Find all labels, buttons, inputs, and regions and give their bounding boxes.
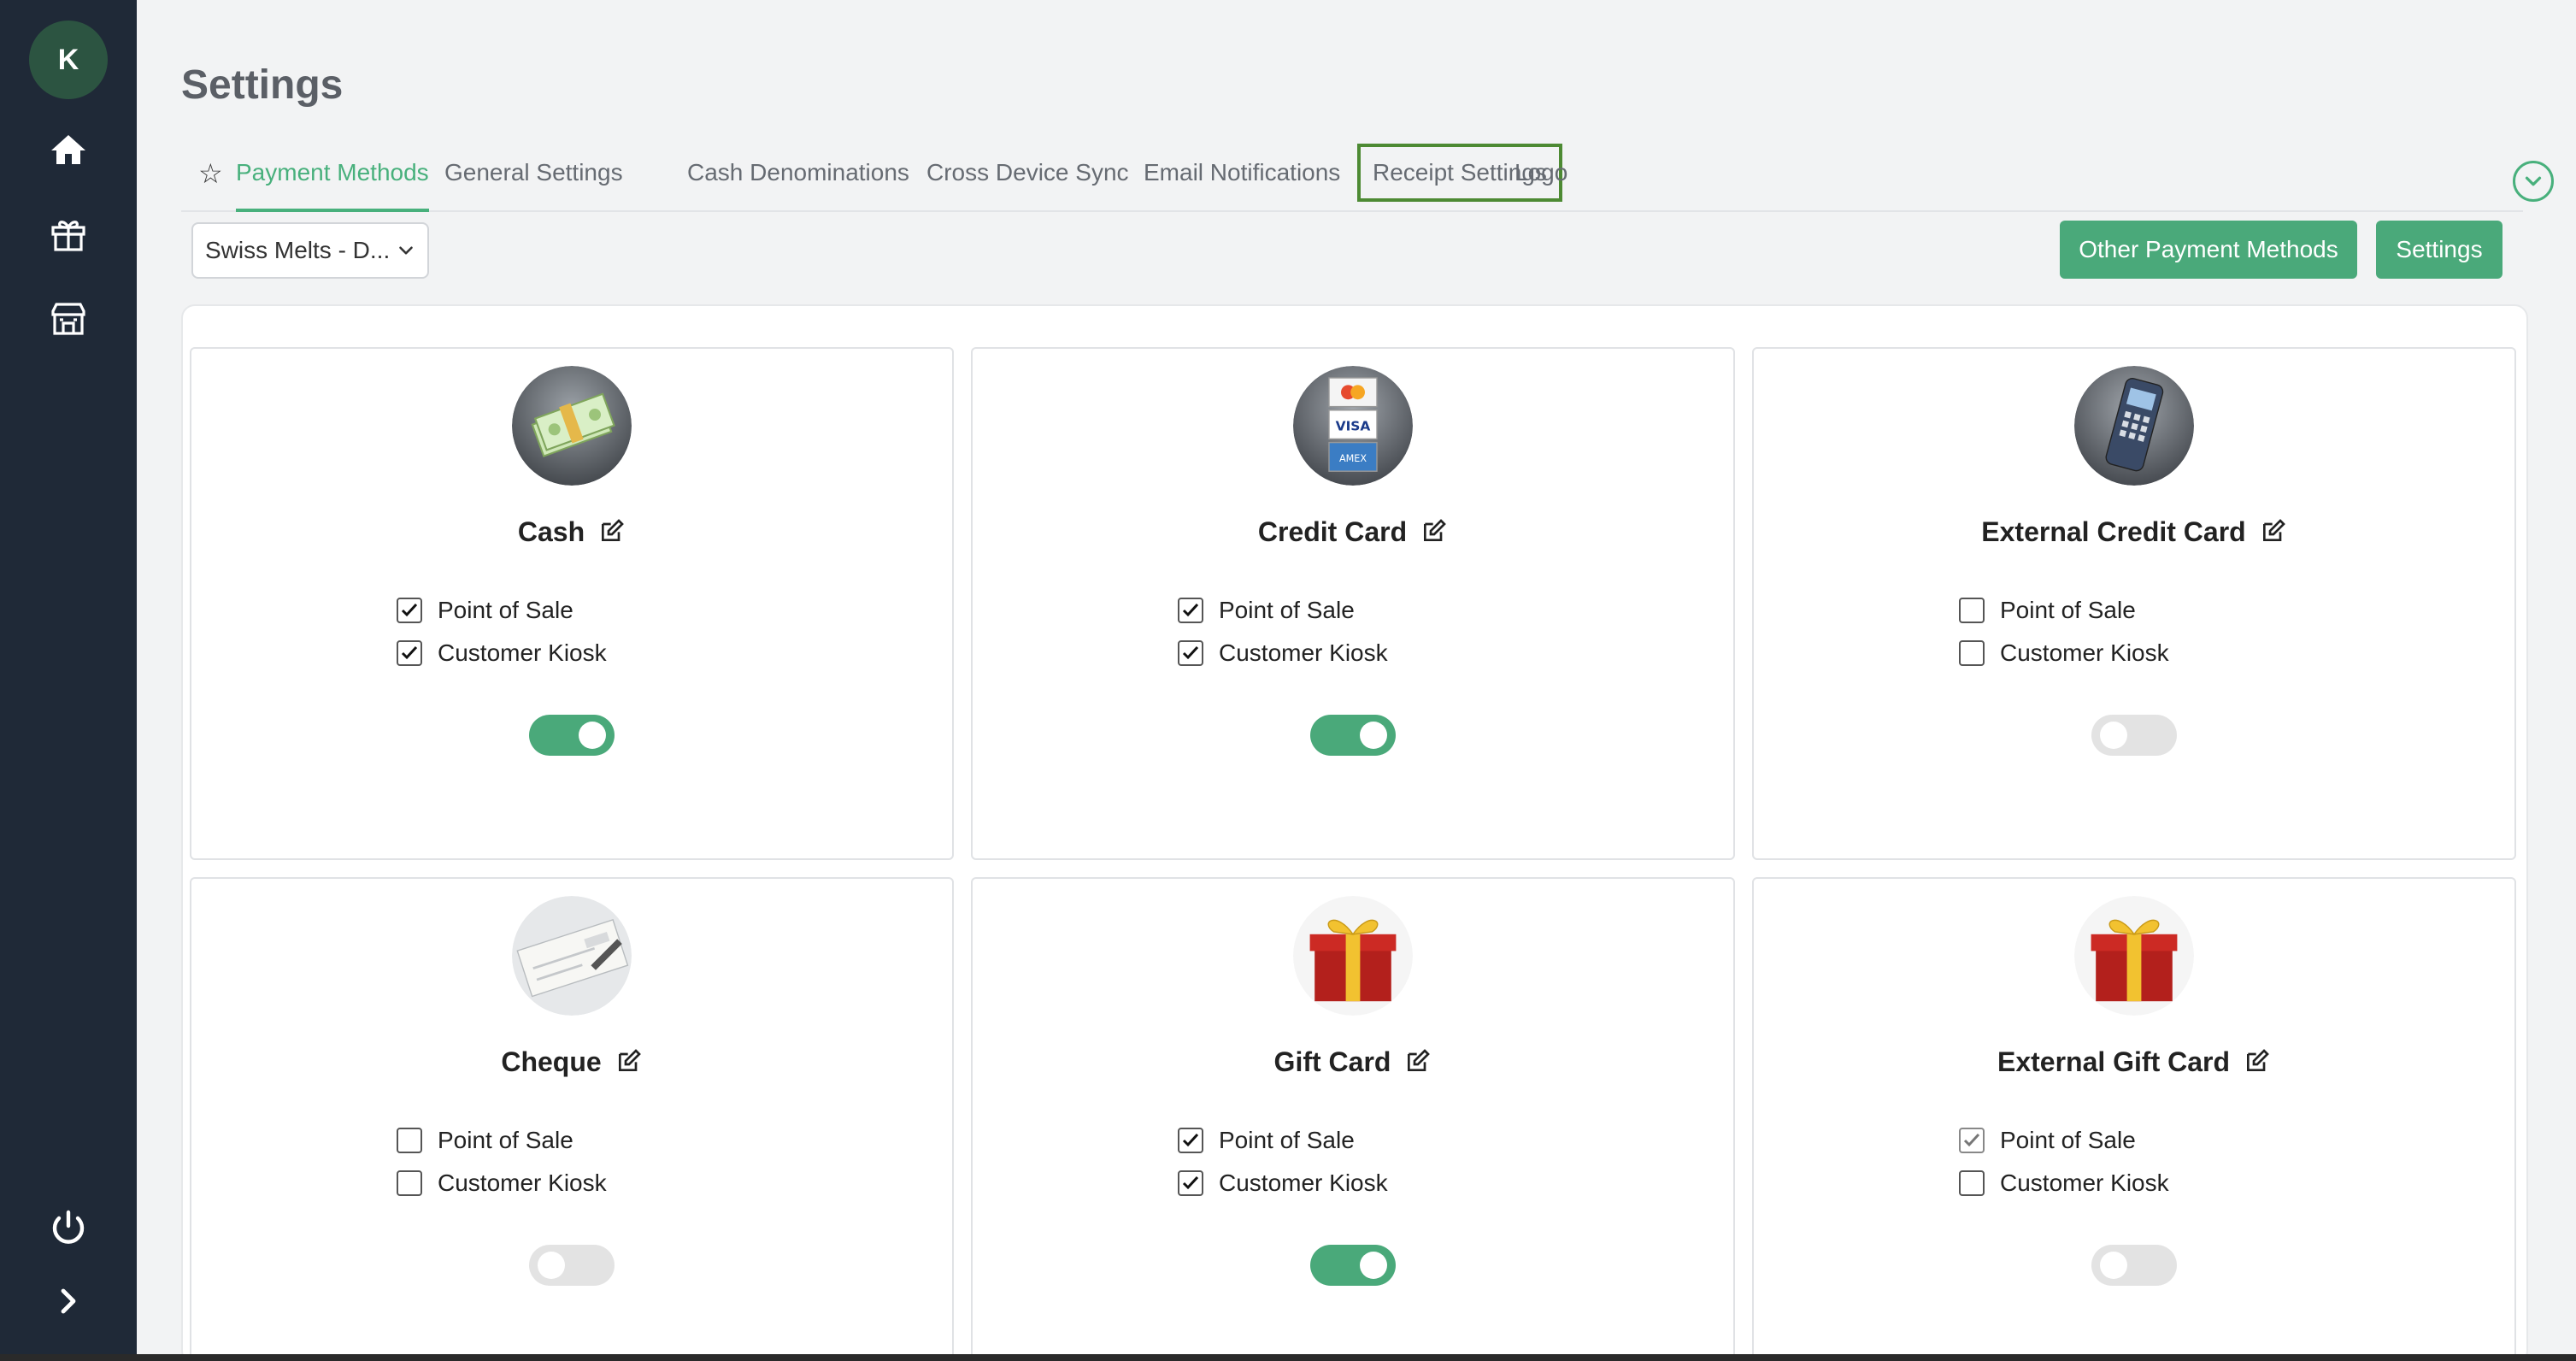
enable-toggle[interactable] (529, 715, 615, 756)
kiosk-option: Customer Kiosk (397, 639, 607, 667)
payment-card-title: Gift Card (973, 1046, 1733, 1078)
gift-box-icon (2074, 896, 2194, 1016)
location-select-value: Swiss Melts - D... (205, 237, 391, 263)
pos-option: Point of Sale (1178, 1127, 1355, 1154)
kiosk-checkbox[interactable] (1959, 1170, 1985, 1196)
edit-icon[interactable] (1404, 1047, 1432, 1075)
settings-tabs: ☆ Payment Methods General Settings Cash … (181, 144, 2554, 212)
cheque-icon (512, 896, 632, 1016)
window-bottom-edge (0, 1354, 2576, 1361)
enable-toggle[interactable] (1310, 715, 1396, 756)
collapse-button[interactable] (2513, 161, 2554, 202)
payment-card-title: Cheque (191, 1046, 952, 1078)
payment-card-title: Credit Card (973, 516, 1733, 548)
kiosk-checkbox[interactable] (1178, 1170, 1203, 1196)
pos-checkbox[interactable] (397, 1128, 422, 1153)
chevron-right-icon[interactable] (44, 1277, 92, 1325)
svg-text:VISA: VISA (1336, 419, 1371, 434)
pos-option: Point of Sale (1959, 1127, 2136, 1154)
pos-checkbox[interactable] (397, 598, 422, 623)
enable-toggle[interactable] (529, 1245, 615, 1286)
tab-email-notifications[interactable]: Email Notifications (1144, 159, 1340, 186)
payment-card-gift-card: Gift Card Point of Sale Customer Kiosk (971, 877, 1735, 1361)
tab-payment-methods[interactable]: Payment Methods (236, 159, 429, 212)
chevron-down-icon (2525, 176, 2542, 186)
tab-general-settings[interactable]: General Settings (444, 159, 623, 186)
tab-cross-device-sync[interactable]: Cross Device Sync (926, 159, 1129, 186)
payment-card-external-credit-card: External Credit Card Point of Sale Custo… (1752, 347, 2516, 860)
payment-card-external-gift-card: External Gift Card Point of Sale Custome… (1752, 877, 2516, 1361)
edit-icon[interactable] (2260, 517, 2287, 545)
pos-option: Point of Sale (397, 1127, 573, 1154)
payment-methods-panel: Cash Point of Sale Customer Kiosk VISA AM… (181, 304, 2528, 1361)
edit-icon[interactable] (1420, 517, 1448, 545)
kiosk-checkbox[interactable] (1959, 640, 1985, 666)
gift-box-icon (1293, 896, 1413, 1016)
sidebar: K (0, 0, 137, 1361)
svg-text:AMEX: AMEX (1339, 453, 1367, 464)
credit-cards-icon: VISA AMEX (1293, 366, 1413, 486)
kiosk-option: Customer Kiosk (1959, 1170, 2169, 1197)
pos-checkbox[interactable] (1959, 598, 1985, 623)
kiosk-option: Customer Kiosk (1178, 1170, 1388, 1197)
pos-checkbox[interactable] (1959, 1128, 1985, 1153)
kiosk-checkbox[interactable] (397, 640, 422, 666)
pos-checkbox[interactable] (1178, 598, 1203, 623)
edit-icon[interactable] (598, 517, 626, 545)
kiosk-checkbox[interactable] (1178, 640, 1203, 666)
edit-icon[interactable] (2244, 1047, 2271, 1075)
kiosk-checkbox[interactable] (397, 1170, 422, 1196)
gift-icon[interactable] (44, 210, 92, 258)
location-select[interactable]: Swiss Melts - D... (191, 222, 429, 279)
cash-icon (512, 366, 632, 486)
enable-toggle[interactable] (2091, 715, 2177, 756)
pos-option: Point of Sale (1959, 597, 2136, 624)
star-icon[interactable]: ☆ (198, 157, 223, 190)
chevron-down-icon (399, 246, 413, 255)
pos-option: Point of Sale (397, 597, 573, 624)
settings-button[interactable]: Settings (2376, 221, 2502, 279)
card-terminal-icon (2074, 366, 2194, 486)
payment-card-title: External Credit Card (1754, 516, 2514, 548)
home-icon[interactable] (44, 127, 92, 174)
pos-checkbox[interactable] (1178, 1128, 1203, 1153)
page-title: Settings (181, 62, 344, 108)
enable-toggle[interactable] (1310, 1245, 1396, 1286)
payment-card-cheque: Cheque Point of Sale Customer Kiosk (190, 877, 954, 1361)
store-icon[interactable] (44, 294, 92, 342)
payment-card-title: External Gift Card (1754, 1046, 2514, 1078)
kiosk-option: Customer Kiosk (1959, 639, 2169, 667)
enable-toggle[interactable] (2091, 1245, 2177, 1286)
pos-option: Point of Sale (1178, 597, 1355, 624)
kiosk-option: Customer Kiosk (1178, 639, 1388, 667)
kiosk-option: Customer Kiosk (397, 1170, 607, 1197)
payment-card-credit-card: VISA AMEX Credit Card Point of Sale Custo… (971, 347, 1735, 860)
avatar[interactable]: K (29, 21, 108, 99)
main-content: Settings ☆ Payment Methods General Setti… (137, 0, 2576, 1361)
tab-cash-denominations[interactable]: Cash Denominations (687, 159, 909, 186)
payment-card-title: Cash (191, 516, 952, 548)
other-payment-methods-button[interactable]: Other Payment Methods (2060, 221, 2357, 279)
payment-card-cash: Cash Point of Sale Customer Kiosk (190, 347, 954, 860)
edit-icon[interactable] (615, 1047, 643, 1075)
tab-logo[interactable]: Logo (1514, 159, 1567, 186)
power-icon[interactable] (44, 1204, 92, 1252)
